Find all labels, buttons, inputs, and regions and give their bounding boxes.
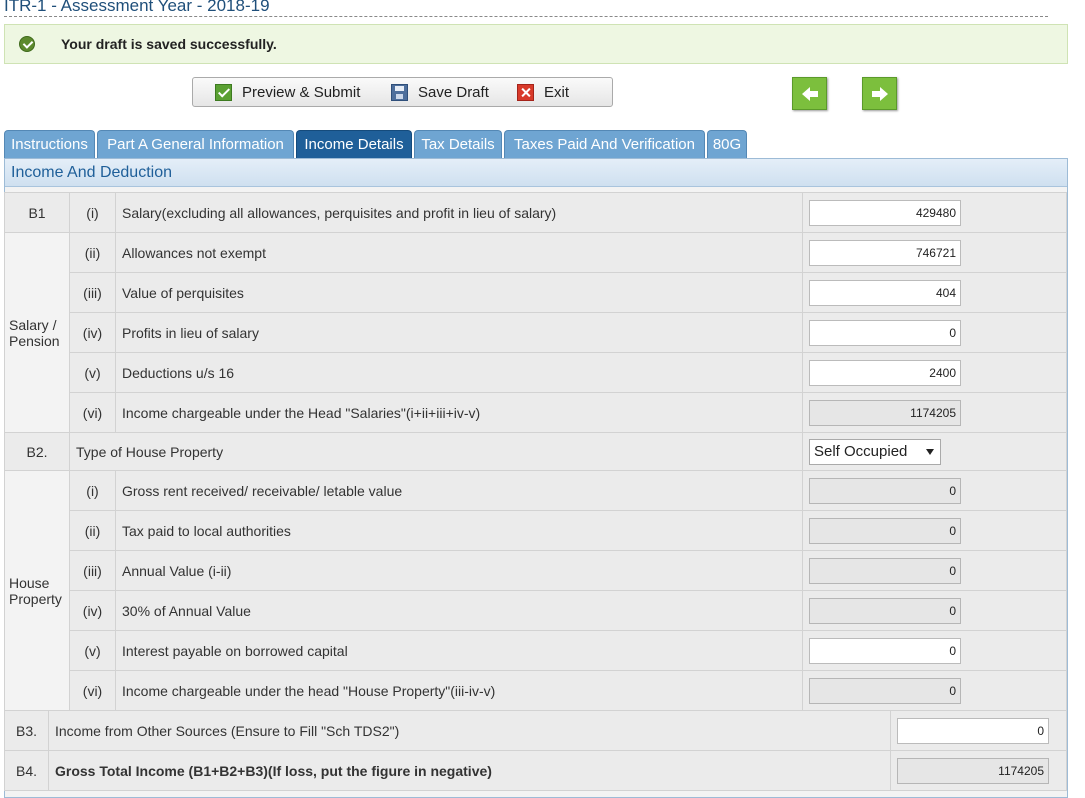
tab-part-a-general-information[interactable]: Part A General Information xyxy=(97,130,294,158)
table-row: B4. Gross Total Income (B1+B2+B3)(If los… xyxy=(4,750,1067,791)
annual-value-field xyxy=(809,557,961,584)
house-group-label: House Property xyxy=(4,470,70,711)
row-number: (iii) xyxy=(69,272,116,313)
table-row: B1 (i) Salary(excluding all allowances, … xyxy=(4,192,1067,233)
action-toolbar: Preview & Submit Save Draft Exit xyxy=(192,77,613,107)
previous-page-button[interactable] xyxy=(792,77,827,110)
row-label: Gross rent received/ receivable/ letable… xyxy=(115,470,803,511)
table-row: House Property (i) Gross rent received/ … xyxy=(4,470,1067,711)
row-number: (v) xyxy=(69,630,116,671)
save-draft-label: Save Draft xyxy=(418,83,489,101)
table-row: (ii) Tax paid to local authorities xyxy=(5,510,1067,551)
row-label: 30% of Annual Value xyxy=(115,590,803,631)
check-circle-icon xyxy=(19,36,35,52)
allowances-input[interactable] xyxy=(809,239,961,266)
row-number: (iii) xyxy=(69,550,116,591)
row-code: B2. xyxy=(4,432,70,471)
deductions-16-input[interactable] xyxy=(809,359,961,386)
row-number: (i) xyxy=(69,192,116,233)
salary-chargeable-field xyxy=(809,399,961,426)
income-table: B1 (i) Salary(excluding all allowances, … xyxy=(4,192,1067,711)
row-code: B1 xyxy=(4,192,70,233)
row-label: Deductions u/s 16 xyxy=(115,352,803,393)
row-label: Tax paid to local authorities xyxy=(115,510,803,551)
row-number: (ii) xyxy=(69,232,116,273)
tab-income-details[interactable]: Income Details xyxy=(296,130,412,158)
tab-tax-details[interactable]: Tax Details xyxy=(414,130,502,158)
totals-table: B3. Income from Other Sources (Ensure to… xyxy=(4,710,1067,791)
row-number: (i) xyxy=(69,470,116,511)
row-number: (vi) xyxy=(69,670,116,711)
close-icon xyxy=(517,83,534,101)
row-code: B3. xyxy=(4,710,49,751)
table-row: (vi) Income chargeable under the head "H… xyxy=(5,670,1067,711)
salary-group-label: Salary / Pension xyxy=(4,232,70,433)
table-row: (v) Interest payable on borrowed capital xyxy=(5,630,1067,671)
house-type-select[interactable]: Self Occupied xyxy=(809,438,941,465)
row-label: Profits in lieu of salary xyxy=(115,312,803,353)
row-label: Income chargeable under the head "House … xyxy=(115,670,803,711)
table-row: (v) Deductions u/s 16 xyxy=(5,352,1067,393)
other-sources-input[interactable] xyxy=(897,717,1049,744)
row-label: Annual Value (i-ii) xyxy=(115,550,803,591)
row-label: Allowances not exempt xyxy=(115,232,803,273)
section-heading: Income And Deduction xyxy=(5,159,1067,187)
table-row: (iv) Profits in lieu of salary xyxy=(5,312,1067,353)
exit-label: Exit xyxy=(544,83,570,101)
house-chargeable-field xyxy=(809,677,961,704)
chevron-down-icon xyxy=(926,448,934,455)
thirty-percent-field xyxy=(809,597,961,624)
salary-input[interactable] xyxy=(809,199,961,226)
row-number: (vi) xyxy=(69,392,116,433)
row-number: (ii) xyxy=(69,510,116,551)
row-number: (v) xyxy=(69,352,116,393)
row-label: Salary(excluding all allowances, perquis… xyxy=(115,192,803,233)
interest-borrowed-input[interactable] xyxy=(809,637,961,664)
save-draft-button[interactable]: Save Draft xyxy=(391,78,489,106)
row-label: Income from Other Sources (Ensure to Fil… xyxy=(48,710,891,751)
row-label: Interest payable on borrowed capital xyxy=(115,630,803,671)
table-row: B2. Type of House Property Self Occupied xyxy=(4,432,1067,471)
exit-button[interactable]: Exit xyxy=(517,78,569,106)
row-label: Type of House Property xyxy=(69,432,803,471)
table-row: B3. Income from Other Sources (Ensure to… xyxy=(4,710,1067,751)
next-page-button[interactable] xyxy=(862,77,897,110)
row-number: (iv) xyxy=(69,590,116,631)
page-title: ITR-1 - Assessment Year - 2018-19 xyxy=(4,0,1048,17)
row-label: Value of perquisites xyxy=(115,272,803,313)
tab-instructions[interactable]: Instructions xyxy=(4,130,95,158)
table-row: (iii) Annual Value (i-ii) xyxy=(5,550,1067,591)
preview-submit-label: Preview & Submit xyxy=(242,83,361,101)
gross-total-field xyxy=(897,757,1049,784)
tab-80g[interactable]: 80G xyxy=(707,130,747,158)
checkmark-icon xyxy=(215,83,232,101)
house-type-value: Self Occupied xyxy=(814,442,908,460)
success-alert: Your draft is saved successfully. xyxy=(4,24,1068,64)
arrow-right-icon xyxy=(872,87,888,101)
row-label: Gross Total Income (B1+B2+B3)(If loss, p… xyxy=(48,750,891,791)
perquisites-input[interactable] xyxy=(809,279,961,306)
gross-rent-field xyxy=(809,477,961,504)
table-row: Salary / Pension (ii) Allowances not exe… xyxy=(4,232,1067,433)
row-code: B4. xyxy=(4,750,49,791)
arrow-left-icon xyxy=(802,87,818,101)
preview-submit-button[interactable]: Preview & Submit xyxy=(215,78,360,106)
row-label: Income chargeable under the Head "Salari… xyxy=(115,392,803,433)
profits-in-lieu-input[interactable] xyxy=(809,319,961,346)
tab-taxes-paid-and-verification[interactable]: Taxes Paid And Verification xyxy=(504,130,705,158)
table-row: (iv) 30% of Annual Value xyxy=(5,590,1067,631)
table-row: (vi) Income chargeable under the Head "S… xyxy=(5,392,1067,433)
floppy-disk-icon xyxy=(391,83,408,101)
tax-local-field xyxy=(809,517,961,544)
row-number: (iv) xyxy=(69,312,116,353)
table-row: (iii) Value of perquisites xyxy=(5,272,1067,313)
alert-message: Your draft is saved successfully. xyxy=(61,36,277,52)
